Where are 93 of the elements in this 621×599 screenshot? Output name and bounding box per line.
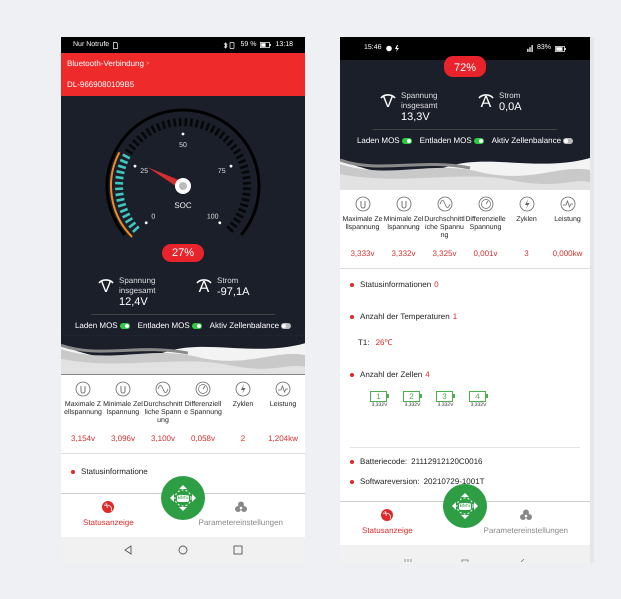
toggle-switch[interactable] bbox=[402, 138, 412, 144]
battery-icon bbox=[555, 46, 566, 52]
reading-value: -97,1A bbox=[217, 286, 250, 300]
switch-label: Laden MOS bbox=[74, 320, 118, 332]
reading-label: Strom bbox=[499, 91, 522, 101]
gauge-label: SOC bbox=[174, 201, 192, 210]
section-value: 21112912120C0016 bbox=[411, 456, 482, 468]
wave-icon bbox=[436, 196, 452, 212]
soc-badge: 72% bbox=[444, 56, 486, 77]
section-label: Statusinformationen bbox=[360, 278, 432, 291]
bluetooth-vibrate-icons bbox=[222, 42, 236, 48]
dashboard-icon bbox=[380, 508, 394, 522]
section-count: 0 bbox=[434, 278, 439, 291]
current-icon: A bbox=[195, 276, 213, 296]
needle-hub bbox=[175, 178, 191, 194]
metric-value: 3,096v bbox=[110, 432, 136, 445]
cell-icon bbox=[396, 196, 412, 212]
switch-label: Aktiv Zellenbalance bbox=[492, 134, 562, 147]
section-count: 1 bbox=[452, 310, 458, 323]
nav-tab[interactable]: Statusanzeige bbox=[83, 500, 134, 529]
notification-icons bbox=[386, 45, 400, 52]
cell-icon bbox=[354, 196, 370, 212]
wave-icon bbox=[155, 380, 171, 397]
section-count: 4 bbox=[425, 368, 430, 381]
dashboard-icon bbox=[101, 500, 116, 514]
pulse-icon bbox=[560, 196, 576, 212]
scale-dot bbox=[182, 132, 184, 136]
pulse-icon bbox=[275, 380, 291, 397]
reading-label: Spannung insgesamt bbox=[119, 276, 156, 296]
metric-value: 3 bbox=[524, 248, 529, 260]
toggle-switch[interactable] bbox=[192, 322, 202, 329]
metric-value: 3,325v bbox=[432, 248, 457, 260]
battery-icon bbox=[260, 42, 272, 48]
reading-value: 13,3V bbox=[401, 111, 431, 125]
reading-value: 0,0A bbox=[499, 101, 523, 115]
reading-label: T1: bbox=[358, 336, 370, 349]
cell-battery: 1 bbox=[370, 390, 387, 402]
temperature-value: 26℃ bbox=[376, 336, 392, 349]
settings-icon bbox=[518, 508, 533, 522]
switch-label: Entladen MOS bbox=[138, 320, 190, 332]
scale-dot bbox=[134, 164, 136, 168]
metric-value: 0,000kw bbox=[552, 248, 582, 260]
device-id: DL-9669080109B5 bbox=[67, 79, 136, 91]
cell-icon bbox=[115, 380, 131, 397]
cell-battery: 4 bbox=[469, 390, 486, 402]
sim-icon bbox=[113, 42, 118, 48]
back-icon bbox=[123, 545, 134, 555]
metric-value: 2 bbox=[240, 432, 246, 445]
section-label: Softwareversion: bbox=[360, 476, 420, 488]
toggle-switch[interactable] bbox=[120, 322, 130, 329]
dial-icon bbox=[195, 380, 211, 397]
section-label: Statusinformatione bbox=[81, 466, 148, 478]
cell-battery: 3 bbox=[436, 390, 453, 402]
section-label: Anzahl der Zellen bbox=[360, 368, 422, 381]
voltage-icon: V bbox=[379, 91, 397, 111]
header-title[interactable]: Bluetooth-Verbindung bbox=[67, 58, 144, 70]
signal-icon bbox=[526, 45, 533, 52]
lightning-icon bbox=[518, 196, 534, 212]
toggle-switch[interactable] bbox=[281, 322, 292, 329]
voltage-icon: V bbox=[97, 276, 115, 296]
recents-icon bbox=[232, 545, 243, 555]
toggle-switch[interactable] bbox=[563, 138, 574, 144]
reading-value: 12,4V bbox=[119, 296, 149, 310]
lightning-icon bbox=[235, 380, 251, 397]
dial-icon bbox=[478, 196, 494, 212]
metric-value: 1,204kw bbox=[268, 432, 298, 445]
toggle-switch[interactable] bbox=[474, 138, 484, 144]
metric-value: 3,154v bbox=[70, 432, 96, 445]
scale-dot bbox=[144, 221, 148, 224]
soc-badge: 27% bbox=[162, 244, 204, 262]
metric-value: 0,001v bbox=[473, 248, 498, 260]
reading-label: Spannung insgesamt bbox=[401, 91, 438, 111]
metric-value: 0,058v bbox=[190, 432, 216, 445]
current-icon: A bbox=[477, 91, 495, 111]
diamond-arrows-icon bbox=[168, 483, 198, 513]
home-icon bbox=[460, 558, 469, 562]
settings-icon bbox=[234, 500, 248, 514]
scale-dot bbox=[218, 221, 222, 224]
section-label: Batteriecode: bbox=[360, 456, 408, 468]
metric-value: 3,333v bbox=[350, 248, 375, 260]
home-icon bbox=[178, 545, 188, 555]
switch-label: Laden MOS bbox=[356, 134, 400, 147]
section-label: Anzahl der Temperaturen bbox=[360, 310, 450, 323]
metric-value: 3,332v bbox=[391, 248, 416, 260]
cell-icon bbox=[75, 380, 91, 397]
diamond-arrows-icon bbox=[450, 491, 480, 521]
cell-battery: 2 bbox=[403, 390, 420, 402]
metric-value: 3,100v bbox=[150, 432, 176, 445]
nav-tab[interactable]: Statusanzeige bbox=[362, 508, 413, 537]
switch-label: Aktiv Zellenbalance bbox=[210, 320, 280, 332]
switch-label: Entladen MOS bbox=[420, 134, 472, 147]
scale-dot bbox=[230, 164, 232, 168]
reading-label: Strom bbox=[217, 276, 240, 286]
